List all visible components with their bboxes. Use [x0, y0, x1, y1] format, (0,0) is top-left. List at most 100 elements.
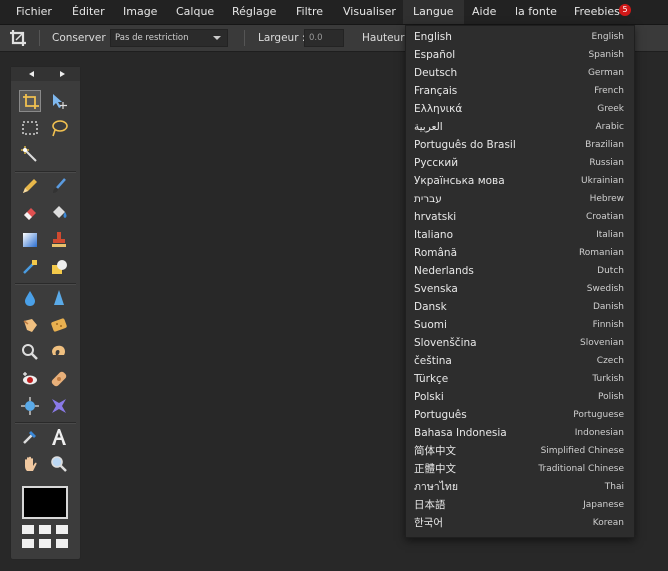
- sponge-tool[interactable]: [48, 314, 70, 336]
- language-option[interactable]: Português Portuguese: [406, 406, 634, 424]
- menu-reglage[interactable]: Réglage: [232, 0, 276, 24]
- dodge-tool[interactable]: [19, 341, 41, 363]
- toolbox-header[interactable]: [11, 67, 80, 81]
- zoom-tool[interactable]: [48, 453, 70, 475]
- collapse-left-icon[interactable]: [29, 71, 34, 77]
- rect-select-tool[interactable]: [19, 117, 41, 139]
- move-tool[interactable]: [48, 90, 70, 112]
- language-native-name: English: [414, 31, 452, 43]
- blur-tool[interactable]: [19, 287, 41, 309]
- menu-freebies[interactable]: Freebies: [574, 0, 620, 24]
- language-native-name: hrvatski: [414, 211, 457, 223]
- menu-fichier[interactable]: Fichier: [16, 0, 52, 24]
- lasso-tool[interactable]: [48, 117, 70, 139]
- foreground-color-swatch[interactable]: [22, 486, 68, 519]
- language-option[interactable]: Polski Polish: [406, 388, 634, 406]
- language-option[interactable]: Français French: [406, 82, 634, 100]
- clone-stamp-tool[interactable]: [48, 229, 70, 251]
- type-tool[interactable]: [48, 426, 70, 448]
- eraser-tool[interactable]: [19, 202, 41, 224]
- menu-aide[interactable]: Aide: [472, 0, 496, 24]
- hand-tool[interactable]: [19, 453, 41, 475]
- language-option[interactable]: Deutsch German: [406, 64, 634, 82]
- language-native-name: Svenska: [414, 283, 458, 295]
- language-native-name: Nederlands: [414, 265, 474, 277]
- bucket-tool[interactable]: [48, 202, 70, 224]
- language-option[interactable]: hrvatski Croatian: [406, 208, 634, 226]
- language-option[interactable]: עברית Hebrew: [406, 190, 634, 208]
- language-native-name: Polski: [414, 391, 444, 403]
- language-option[interactable]: Suomi Finnish: [406, 316, 634, 334]
- magic-wand-tool[interactable]: [19, 144, 41, 166]
- language-english-name: Arabic: [595, 122, 624, 132]
- shape-tool[interactable]: [48, 256, 70, 278]
- freebies-badge: 5: [619, 4, 631, 16]
- collapse-right-icon[interactable]: [60, 71, 65, 77]
- language-option[interactable]: ภาษาไทย Thai: [406, 478, 634, 496]
- pinch-tool[interactable]: [48, 395, 70, 417]
- language-option[interactable]: 简体中文 Simplified Chinese: [406, 442, 634, 460]
- sharpen-tool[interactable]: [48, 287, 70, 309]
- language-english-name: Thai: [604, 482, 624, 492]
- spot-heal-tool[interactable]: [48, 368, 70, 390]
- language-native-name: Ελληνικά: [414, 103, 463, 115]
- language-option[interactable]: Italiano Italian: [406, 226, 634, 244]
- language-native-name: Dansk: [414, 301, 447, 313]
- color-replace-tool[interactable]: [19, 256, 41, 278]
- language-option[interactable]: Español Spanish: [406, 46, 634, 64]
- bloat-tool[interactable]: [19, 395, 41, 417]
- language-english-name: Slovenian: [579, 338, 624, 348]
- language-option[interactable]: Русский Russian: [406, 154, 634, 172]
- crop-tool[interactable]: [19, 90, 41, 112]
- pencil-tool[interactable]: [19, 175, 41, 197]
- color-picker-tool[interactable]: [19, 426, 41, 448]
- language-option[interactable]: Slovenščina Slovenian: [406, 334, 634, 352]
- crop-icon: [8, 28, 28, 48]
- language-option[interactable]: English English: [406, 28, 634, 46]
- keep-select[interactable]: Pas de restriction: [110, 29, 228, 47]
- layout-grid-icon[interactable]: [22, 525, 68, 549]
- toolbox: [10, 66, 81, 560]
- language-option[interactable]: čeština Czech: [406, 352, 634, 370]
- language-option[interactable]: 日本語 Japanese: [406, 496, 634, 514]
- menu-editer[interactable]: Éditer: [72, 0, 105, 24]
- language-native-name: Română: [414, 247, 457, 259]
- language-option[interactable]: Svenska Swedish: [406, 280, 634, 298]
- language-option[interactable]: Bahasa Indonesia Indonesian: [406, 424, 634, 442]
- smudge-tool[interactable]: [19, 314, 41, 336]
- language-option[interactable]: 正體中文 Traditional Chinese: [406, 460, 634, 478]
- language-english-name: Brazilian: [585, 140, 624, 150]
- language-option[interactable]: Ελληνικά Greek: [406, 100, 634, 118]
- language-option[interactable]: Українська мова Ukrainian: [406, 172, 634, 190]
- language-native-name: Slovenščina: [414, 337, 477, 349]
- language-option[interactable]: Türkçe Turkish: [406, 370, 634, 388]
- menu-visualiser[interactable]: Visualiser: [343, 0, 396, 24]
- height-label: Hauteur: [362, 32, 405, 44]
- language-english-name: Korean: [592, 518, 624, 528]
- language-english-name: Czech: [596, 356, 624, 366]
- brush-tool[interactable]: [48, 175, 70, 197]
- language-option[interactable]: Dansk Danish: [406, 298, 634, 316]
- language-native-name: 正體中文: [414, 463, 456, 475]
- language-native-name: Русский: [414, 157, 459, 169]
- menu-filtre[interactable]: Filtre: [296, 0, 323, 24]
- menu-langue[interactable]: Langue: [403, 0, 464, 24]
- language-option[interactable]: Português do Brasil Brazilian: [406, 136, 634, 154]
- width-input[interactable]: 0.0: [304, 29, 344, 47]
- language-option[interactable]: العربية Arabic: [406, 118, 634, 136]
- language-native-name: 한국어: [414, 517, 443, 529]
- red-eye-tool[interactable]: [19, 368, 41, 390]
- gradient-tool[interactable]: [19, 229, 41, 251]
- burn-tool[interactable]: [48, 341, 70, 363]
- menu-image[interactable]: Image: [123, 0, 157, 24]
- language-native-name: Français: [414, 85, 458, 97]
- language-option[interactable]: Română Romanian: [406, 244, 634, 262]
- language-native-name: עברית: [414, 193, 442, 205]
- menu-la-fonte[interactable]: la fonte: [515, 0, 557, 24]
- language-english-name: Polish: [597, 392, 624, 402]
- language-option[interactable]: 한국어 Korean: [406, 514, 634, 532]
- menu-calque[interactable]: Calque: [176, 0, 214, 24]
- language-option[interactable]: Nederlands Dutch: [406, 262, 634, 280]
- language-native-name: 简体中文: [414, 445, 456, 457]
- language-english-name: Croatian: [585, 212, 624, 222]
